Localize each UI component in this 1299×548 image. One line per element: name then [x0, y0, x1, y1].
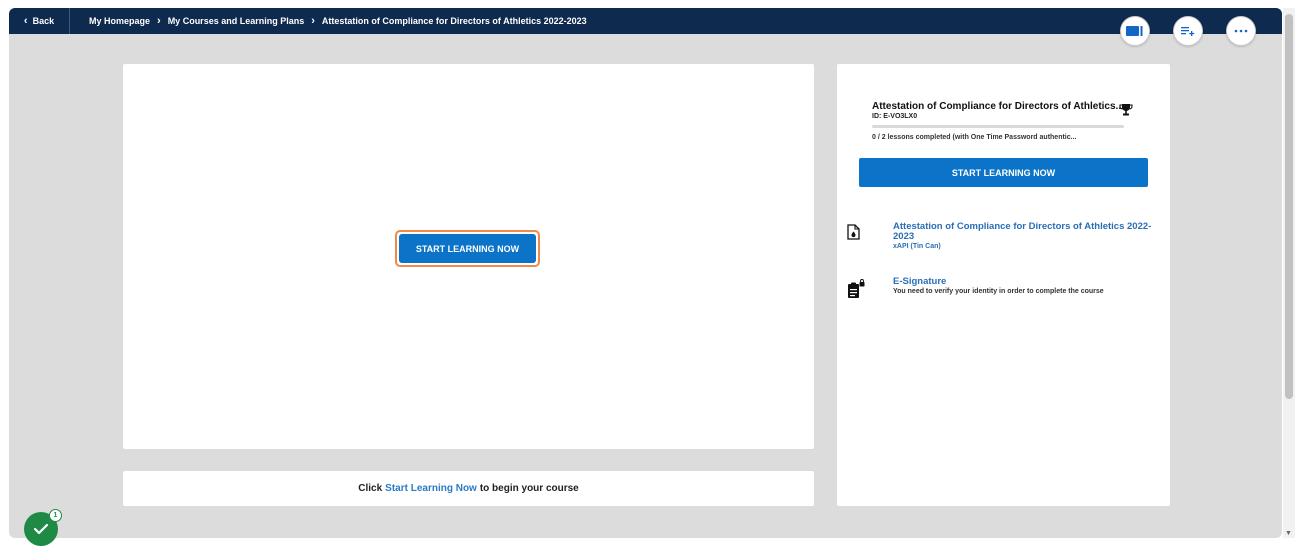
document-icon	[847, 224, 860, 240]
hint-suffix: to begin your course	[479, 483, 579, 494]
progress-text: 0 / 2 lessons completed (with One Time P…	[872, 134, 1077, 141]
top-navigation-bar: ‹ Back My Homepage › My Courses and Lear…	[9, 8, 1282, 34]
lesson-title: E-Signature	[893, 276, 947, 287]
course-title: Attestation of Compliance for Directors …	[872, 101, 1124, 112]
lesson-type: xAPI (Tin Can)	[893, 243, 941, 250]
start-learning-side-button[interactable]: START LEARNING NOW	[859, 158, 1148, 187]
trophy-icon	[1119, 104, 1133, 116]
chevron-right-icon: ›	[157, 15, 161, 27]
more-button[interactable]	[1226, 16, 1256, 46]
locked-clipboard-icon	[848, 279, 865, 298]
scroll-down-arrow-icon[interactable]: ▼	[1285, 530, 1292, 537]
course-details-panel: Attestation of Compliance for Directors …	[837, 64, 1170, 506]
start-learning-link[interactable]: Start Learning Now	[385, 483, 477, 494]
instruction-bar: Click Start Learning Now to begin your c…	[123, 471, 814, 506]
lesson-item[interactable]: Attestation of Compliance for Directors …	[847, 222, 1162, 262]
breadcrumb-home[interactable]: My Homepage	[89, 16, 150, 26]
more-icon	[1234, 29, 1248, 33]
add-to-list-icon	[1181, 27, 1195, 36]
hint-prefix: Click	[358, 483, 383, 494]
notification-count-badge: 1	[49, 509, 62, 522]
lesson-title: Attestation of Compliance for Directors …	[893, 221, 1152, 242]
course-id: ID: E-VO3LX0	[872, 113, 918, 120]
scrollbar-thumb[interactable]	[1285, 14, 1293, 399]
chevron-right-icon: ›	[311, 15, 315, 27]
progress-bar	[872, 125, 1124, 128]
video-button[interactable]	[1120, 16, 1150, 46]
highlight-outline: START LEARNING NOW	[395, 230, 540, 267]
vertical-scrollbar[interactable]: ▼	[1283, 8, 1295, 538]
app-frame: ‹ Back My Homepage › My Courses and Lear…	[9, 8, 1282, 538]
start-learning-button[interactable]: START LEARNING NOW	[399, 234, 536, 263]
breadcrumb-courses[interactable]: My Courses and Learning Plans	[168, 16, 305, 26]
breadcrumb-current: Attestation of Compliance for Directors …	[321, 16, 587, 26]
add-to-list-button[interactable]	[1173, 16, 1203, 46]
video-icon	[1126, 26, 1143, 36]
back-button[interactable]: ‹ Back	[9, 8, 70, 34]
back-label: Back	[32, 16, 55, 26]
breadcrumb: My Homepage › My Courses and Learning Pl…	[89, 8, 587, 34]
lesson-description: You need to verify your identity in orde…	[893, 288, 1104, 295]
chevron-left-icon: ‹	[23, 15, 28, 27]
checkmark-icon	[33, 523, 49, 535]
course-player-panel: START LEARNING NOW	[123, 64, 814, 449]
lesson-item[interactable]: E-Signature You need to verify your iden…	[847, 277, 1162, 307]
